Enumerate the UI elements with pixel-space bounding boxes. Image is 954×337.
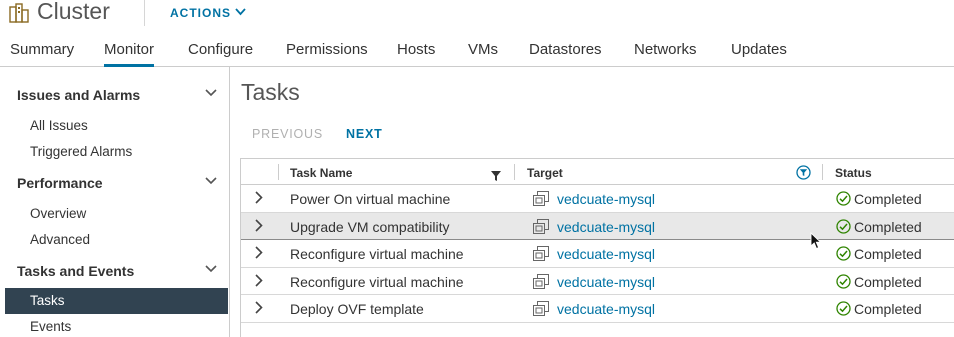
tab-hosts[interactable]: Hosts: [397, 41, 435, 58]
chevron-right-icon[interactable]: [255, 246, 263, 259]
check-circle-icon: [836, 218, 851, 234]
column-header-task-name[interactable]: Task Name: [290, 166, 352, 180]
chevron-down-icon: [235, 8, 246, 16]
tab-updates[interactable]: Updates: [731, 41, 787, 58]
vm-icon: [533, 218, 549, 234]
chevron-right-icon[interactable]: [255, 301, 263, 314]
column-header-target[interactable]: Target: [527, 166, 563, 180]
chevron-down-icon: [205, 265, 217, 273]
status-text: Completed: [854, 246, 922, 262]
tab-monitor[interactable]: Monitor: [104, 41, 155, 67]
sidebar-item-label: Tasks: [30, 293, 65, 308]
previous-button[interactable]: PREVIOUS: [252, 127, 323, 141]
column-divider: [514, 164, 515, 180]
status-text: Completed: [854, 301, 922, 317]
sidebar-item-all-issues[interactable]: All Issues: [30, 118, 88, 133]
sidebar-section-tasks-and-events[interactable]: Tasks and Events: [17, 263, 217, 279]
table-row[interactable]: Reconfigure virtual machine vedcuate-mys…: [241, 268, 954, 295]
tab-configure[interactable]: Configure: [188, 41, 253, 58]
header-divider: [144, 0, 145, 26]
tab-bar: Summary Monitor Configure Permissions Ho…: [0, 36, 954, 67]
target-link[interactable]: vedcuate-mysql: [557, 219, 655, 235]
table-header: Task Name Target Status: [241, 159, 954, 185]
task-name: Reconfigure virtual machine: [290, 246, 464, 262]
chevron-right-icon[interactable]: [255, 273, 263, 287]
column-divider: [278, 164, 279, 180]
target-link[interactable]: vedcuate-mysql: [557, 274, 655, 290]
task-name: Upgrade VM compatibility: [290, 218, 450, 235]
tab-datastores[interactable]: Datastores: [529, 41, 602, 58]
sidebar-item-events[interactable]: Events: [30, 319, 71, 334]
table-row[interactable]: Power On virtual machine vedcuate-mysql …: [241, 185, 954, 213]
sidebar-section-title: Tasks and Events: [17, 263, 135, 279]
table-row[interactable]: Upgrade VM compatibility vedcuate-mysql …: [241, 212, 954, 240]
sidebar-section-title: Performance: [17, 175, 103, 191]
tab-vms[interactable]: VMs: [468, 41, 498, 58]
vm-icon: [533, 246, 549, 261]
task-name: Reconfigure virtual machine: [290, 273, 464, 290]
check-circle-icon: [836, 273, 851, 289]
cluster-icon: [8, 2, 30, 24]
vm-icon: [533, 301, 549, 316]
tab-summary[interactable]: Summary: [10, 41, 74, 58]
chevron-down-icon: [205, 177, 217, 185]
vm-icon: [533, 191, 549, 206]
sidebar-section-title: Issues and Alarms: [17, 87, 141, 103]
sidebar-item-advanced[interactable]: Advanced: [30, 232, 90, 247]
target-link[interactable]: vedcuate-mysql: [557, 246, 655, 262]
status-text: Completed: [854, 218, 922, 235]
column-divider: [822, 164, 823, 180]
mouse-cursor-icon: [810, 232, 822, 250]
sidebar-item-tasks[interactable]: Tasks: [5, 288, 228, 314]
chevron-right-icon[interactable]: [255, 191, 263, 204]
sidebar-section-performance[interactable]: Performance: [17, 175, 217, 191]
sidebar-item-triggered-alarms[interactable]: Triggered Alarms: [30, 144, 132, 159]
table-row[interactable]: Deploy OVF template vedcuate-mysql Compl…: [241, 295, 954, 323]
next-button[interactable]: NEXT: [346, 127, 383, 141]
table-row[interactable]: Reconfigure virtual machine vedcuate-mys…: [241, 240, 954, 268]
vm-icon: [533, 273, 549, 289]
target-link[interactable]: vedcuate-mysql: [557, 301, 655, 317]
section-title: Tasks: [241, 79, 300, 105]
chevron-down-icon: [205, 89, 217, 97]
task-name: Power On virtual machine: [290, 191, 451, 207]
tab-networks[interactable]: Networks: [634, 41, 697, 58]
page-title: Cluster: [37, 0, 110, 24]
actions-label: ACTIONS: [170, 6, 231, 20]
sidebar-item-overview[interactable]: Overview: [30, 206, 86, 221]
check-circle-icon: [836, 301, 851, 316]
status-text: Completed: [854, 273, 922, 290]
check-circle-icon: [836, 246, 851, 261]
status-text: Completed: [854, 191, 922, 207]
sidebar-section-issues-and-alarms[interactable]: Issues and Alarms: [17, 87, 217, 103]
filter-active-icon[interactable]: [796, 165, 811, 185]
target-link[interactable]: vedcuate-mysql: [557, 191, 655, 207]
filter-icon[interactable]: [491, 168, 501, 186]
actions-button[interactable]: ACTIONS: [170, 6, 246, 20]
column-header-status[interactable]: Status: [835, 166, 872, 180]
task-name: Deploy OVF template: [290, 301, 424, 317]
header: Cluster ACTIONS: [0, 0, 954, 30]
tasks-table: Task Name Target Status Power On virtual…: [240, 158, 954, 337]
sidebar: Issues and Alarms All Issues Triggered A…: [0, 67, 230, 337]
check-circle-icon: [836, 191, 851, 206]
chevron-right-icon[interactable]: [255, 218, 263, 232]
tab-permissions[interactable]: Permissions: [286, 41, 368, 58]
